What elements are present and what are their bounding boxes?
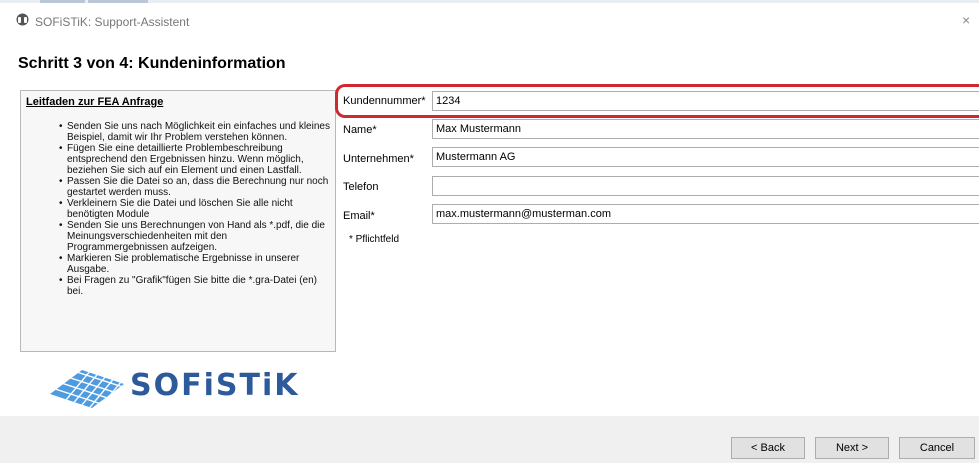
email-input[interactable] <box>432 204 979 224</box>
title-bar: SOFiSTiK: Support-Assistent × <box>0 3 979 33</box>
close-icon[interactable]: × <box>962 13 970 27</box>
name-label: Name* <box>343 124 377 136</box>
next-button[interactable]: Next > <box>815 437 889 459</box>
guide-item: Bei Fragen zu "Grafik"fügen Sie bitte di… <box>59 275 331 297</box>
name-input[interactable] <box>432 119 979 139</box>
guide-item: Senden Sie uns nach Möglichkeit ein einf… <box>59 121 331 143</box>
phone-label: Telefon <box>343 181 379 193</box>
guide-item: Passen Sie die Datei so an, dass die Ber… <box>59 176 331 198</box>
logo-wordmark: SOFiSTiK <box>130 368 300 403</box>
guide-item: Fügen Sie eine detaillierte Problembesch… <box>59 143 331 176</box>
customer-number-label: Kundennummer* <box>343 95 426 107</box>
sofistik-logo: SOFiSTiK <box>46 364 316 412</box>
customer-number-input[interactable] <box>432 91 979 111</box>
company-label: Unternehmen* <box>343 153 414 165</box>
guide-title: Leitfaden zur FEA Anfrage <box>26 96 164 108</box>
cancel-button[interactable]: Cancel <box>899 437 975 459</box>
guide-panel: Leitfaden zur FEA Anfrage Senden Sie uns… <box>20 90 336 352</box>
email-label: Email* <box>343 210 375 222</box>
back-button[interactable]: < Back <box>731 437 805 459</box>
guide-item: Markieren Sie problematische Ergebnisse … <box>59 253 331 275</box>
guide-item: Senden Sie uns Berechnungen von Hand als… <box>59 220 331 253</box>
support-headset-icon <box>16 13 29 26</box>
guide-item: Verkleinern Sie die Datei und löschen Si… <box>59 198 331 220</box>
phone-input[interactable] <box>432 176 979 196</box>
window-title: SOFiSTiK: Support-Assistent <box>35 15 190 29</box>
guide-list: Senden Sie uns nach Möglichkeit ein einf… <box>59 121 331 297</box>
company-input[interactable] <box>432 147 979 167</box>
sofistik-grid-icon <box>50 370 124 408</box>
page-title: Schritt 3 von 4: Kundeninformation <box>18 55 286 72</box>
required-field-note: * Pflichtfeld <box>349 234 400 245</box>
